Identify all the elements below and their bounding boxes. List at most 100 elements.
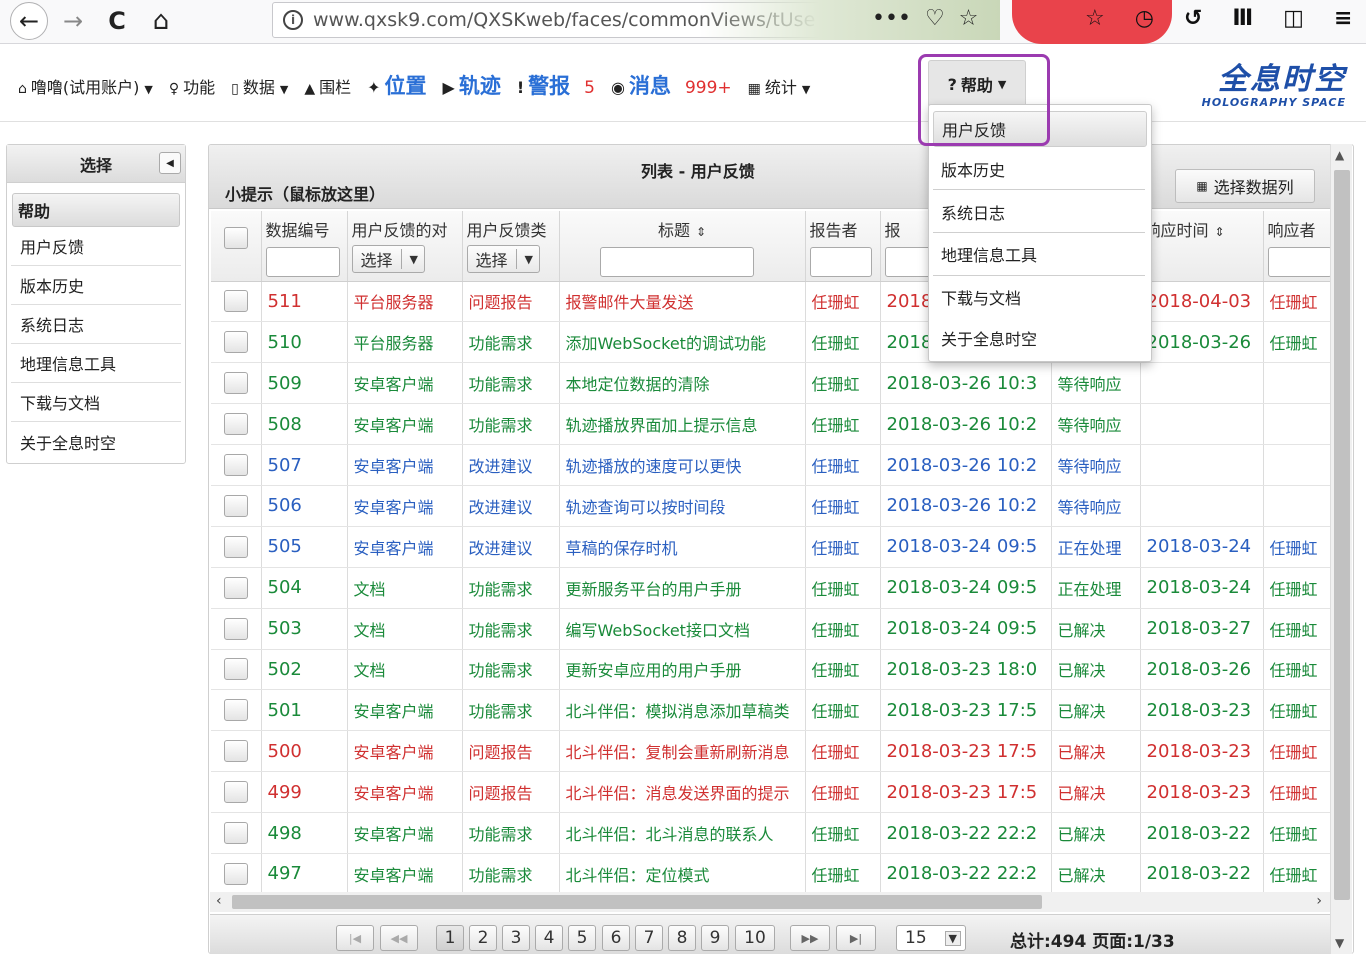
screenshot-icon[interactable]: ☆	[1085, 6, 1105, 31]
page-5[interactable]: 5	[568, 925, 596, 951]
first-page-button[interactable]: |◀	[336, 925, 374, 951]
page-1[interactable]: 1	[436, 925, 464, 951]
table-row[interactable]: 511 平台服务器 问题报告 报警邮件大量发送 任珊虹 2018 2018-04-03 任珊虹	[211, 281, 1342, 323]
menu-stats[interactable]: ▦ 统计 ▼	[748, 74, 811, 98]
pocket-icon[interactable]: ♡	[925, 6, 945, 31]
sort-icon[interactable]: ⇕	[696, 225, 706, 239]
table-row[interactable]: 497 安卓客户端 功能需求 北斗伴侣：定位模式 任珊虹 2018-03-22 22:2 已…	[211, 853, 1342, 895]
sidebar-toggle-icon[interactable]: ◫	[1283, 6, 1304, 31]
sidebar-item-feedback[interactable]: 用户反馈	[11, 227, 181, 266]
menu-help[interactable]: ? 帮助 ▼	[928, 60, 1026, 108]
brand-logo[interactable]: 全息时空 HOLOGRAPHY SPACE	[1192, 64, 1346, 110]
menu-account[interactable]: ⌂ 噜噜(试用账户) ▼	[18, 74, 153, 98]
prev-page-button[interactable]: ◀◀	[380, 925, 418, 951]
scroll-right-icon[interactable]: ›	[1316, 893, 1322, 909]
row-checkbox[interactable]	[223, 576, 248, 599]
row-checkbox[interactable]	[223, 372, 248, 395]
forward-button[interactable]: →	[56, 4, 90, 38]
table-row[interactable]: 509 安卓客户端 功能需求 本地定位数据的清除 任珊虹 2018-03-26 10:3 等…	[211, 362, 1342, 405]
back-button[interactable]: ←	[10, 2, 48, 40]
library-icon[interactable]: Ⅲ	[1232, 6, 1253, 31]
table-row[interactable]: 505 安卓客户端 改进建议 草稿的保存时机 任珊虹 2018-03-24 09:5 正在处…	[211, 526, 1342, 568]
row-checkbox[interactable]	[223, 454, 248, 476]
page-4[interactable]: 4	[535, 925, 563, 951]
dropdown-item-version-history[interactable]: 版本历史	[933, 151, 1147, 187]
sidebar-group-help[interactable]: 帮助	[12, 193, 180, 227]
page-7[interactable]: 7	[635, 925, 663, 951]
sidebar-item-version-history[interactable]: 版本历史	[11, 266, 181, 305]
page-actions-icon[interactable]: •••	[872, 6, 911, 31]
next-page-button[interactable]: ▶▶	[790, 925, 830, 951]
menu-track[interactable]: ▶ 轨迹	[443, 70, 501, 100]
last-page-button[interactable]: ▶|	[836, 925, 876, 951]
table-row[interactable]: 501 安卓客户端 功能需求 北斗伴侣：模拟消息添加草稿类 任珊虹 2018-03-23 …	[211, 689, 1342, 732]
row-checkbox[interactable]	[223, 290, 248, 313]
page-6[interactable]: 6	[602, 925, 630, 951]
horizontal-scrollbar[interactable]: ‹ ›	[210, 892, 1330, 912]
home-button[interactable]: ⌂	[144, 4, 178, 38]
vertical-scroll-thumb[interactable]	[1334, 170, 1350, 900]
table-row[interactable]: 503 文档 功能需求 编写WebSocket接口文档 任珊虹 2018-03-24 09…	[211, 608, 1342, 650]
sidebar-item-about[interactable]: 关于全息时空	[11, 422, 181, 461]
site-info-icon[interactable]: i	[283, 10, 303, 30]
table-row[interactable]: 508 安卓客户端 功能需求 轨迹播放界面加上提示信息 任珊虹 2018-03-26 10…	[211, 403, 1342, 446]
vertical-scrollbar[interactable]: ▲ ▼	[1330, 144, 1352, 954]
table-row[interactable]: 502 文档 功能需求 更新安卓应用的用户手册 任珊虹 2018-03-23 18:0 已解…	[211, 649, 1342, 691]
menu-message[interactable]: ◉ 消息 999+	[611, 70, 732, 100]
target-filter-select[interactable]: 选择 ▼	[351, 245, 425, 273]
dropdown-item-feedback[interactable]: 用户反馈	[933, 111, 1147, 147]
header-response-time[interactable]: 响应时间 ⇕	[1140, 211, 1264, 282]
timer-icon[interactable]: ◷	[1135, 6, 1154, 31]
row-checkbox[interactable]	[223, 822, 248, 845]
title-filter-input[interactable]	[599, 247, 754, 277]
menu-position[interactable]: ✦ 位置	[367, 70, 426, 100]
scroll-up-icon[interactable]: ▲	[1335, 148, 1344, 162]
table-row[interactable]: 510 平台服务器 功能需求 添加WebSocket的调试功能 任珊虹 2018 2018-…	[211, 321, 1342, 364]
row-checkbox[interactable]	[223, 535, 248, 558]
sidebar-item-downloads[interactable]: 下载与文档	[11, 383, 181, 422]
sort-icon[interactable]: ⇕	[1215, 225, 1225, 239]
hamburger-menu-icon[interactable]: ≡	[1334, 6, 1352, 31]
scroll-down-icon[interactable]: ▼	[1335, 936, 1344, 950]
menu-alarm[interactable]: ! 警报 5	[517, 70, 595, 100]
dropdown-item-about[interactable]: 关于全息时空	[933, 320, 1147, 356]
table-row[interactable]: 504 文档 功能需求 更新服务平台的用户手册 任珊虹 2018-03-24 09:5 正在…	[211, 567, 1342, 609]
horizontal-scroll-thumb[interactable]	[232, 895, 1042, 909]
row-checkbox[interactable]	[223, 658, 248, 681]
collapse-left-icon[interactable]: ◀	[159, 152, 181, 174]
page-2[interactable]: 2	[469, 925, 497, 951]
dropdown-item-downloads[interactable]: 下载与文档	[933, 279, 1147, 315]
menu-function[interactable]: ♀ 功能	[169, 74, 215, 98]
row-checkbox[interactable]	[223, 413, 248, 436]
menu-fence[interactable]: ▲ 围栏	[304, 74, 351, 98]
menu-data[interactable]: ▯ 数据 ▼	[231, 74, 288, 98]
row-checkbox[interactable]	[223, 331, 248, 354]
page-3[interactable]: 3	[502, 925, 530, 951]
reporter-filter-input[interactable]	[809, 247, 872, 277]
type-filter-select[interactable]: 选择 ▼	[466, 245, 540, 273]
row-checkbox[interactable]	[223, 699, 248, 722]
reload-button[interactable]: C	[100, 4, 134, 38]
responder-filter-input[interactable]	[1267, 247, 1332, 277]
page-9[interactable]: 9	[701, 925, 729, 951]
select-all-checkbox[interactable]	[223, 227, 248, 249]
row-checkbox[interactable]	[223, 494, 248, 517]
table-row[interactable]: 506 安卓客户端 改进建议 轨迹查询可以按时间段 任珊虹 2018-03-26 10:2…	[211, 485, 1342, 527]
scroll-left-icon[interactable]: ‹	[216, 893, 222, 909]
table-row[interactable]: 500 安卓客户端 问题报告 北斗伴侣：复制会重新刷新消息 任珊虹 2018-03-23 …	[211, 730, 1342, 773]
row-checkbox[interactable]	[223, 781, 248, 804]
row-checkbox[interactable]	[223, 740, 248, 763]
table-row[interactable]: 498 安卓客户端 功能需求 北斗伴侣：北斗消息的联系人 任珊虹 2018-03-22 2…	[211, 812, 1342, 854]
page-8[interactable]: 8	[668, 925, 696, 951]
header-title[interactable]: 标题 ⇕	[559, 211, 806, 282]
table-row[interactable]: 507 安卓客户端 改进建议 轨迹播放的速度可以更快 任珊虹 2018-03-26 10:…	[211, 444, 1342, 486]
row-checkbox[interactable]	[223, 617, 248, 640]
sidebar-item-system-log[interactable]: 系统日志	[11, 305, 181, 344]
select-columns-button[interactable]: ▦ 选择数据列	[1175, 169, 1315, 203]
id-filter-input[interactable]	[265, 247, 340, 277]
row-checkbox[interactable]	[223, 862, 248, 885]
page-10[interactable]: 10	[735, 925, 775, 951]
dropdown-item-system-log[interactable]: 系统日志	[933, 194, 1147, 230]
dropdown-item-geo-tools[interactable]: 地理信息工具	[933, 236, 1147, 272]
history-icon[interactable]: ↺	[1184, 6, 1202, 31]
